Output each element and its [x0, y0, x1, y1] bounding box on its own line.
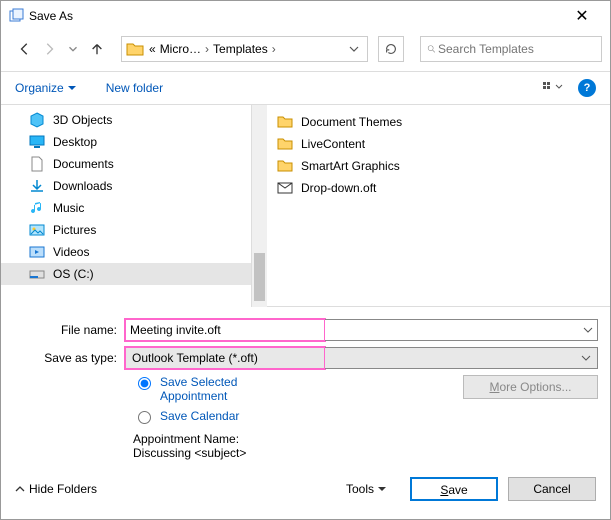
nav-forward-button[interactable] — [39, 39, 59, 59]
scrollbar-thumb[interactable] — [254, 253, 265, 301]
search-box[interactable] — [420, 36, 602, 62]
cancel-button[interactable]: Cancel — [508, 477, 596, 501]
filename-dropdown[interactable] — [325, 319, 598, 341]
documents-icon — [29, 156, 45, 172]
tree-item-desktop[interactable]: Desktop — [1, 131, 267, 153]
filename-label: File name: — [13, 323, 125, 337]
organize-menu[interactable]: Organize — [15, 81, 76, 95]
nav-up-button[interactable] — [87, 39, 107, 59]
filename-input[interactable] — [125, 319, 325, 341]
help-button[interactable]: ? — [578, 79, 596, 97]
nav-row: « Micro… › Templates › — [1, 31, 610, 67]
breadcrumb[interactable]: Micro… — [158, 40, 203, 58]
tree-item-downloads[interactable]: Downloads — [1, 175, 267, 197]
folder-icon — [277, 136, 293, 152]
nav-tree: 3D Objects Desktop Documents Downloads M… — [1, 105, 267, 307]
tree-item-pictures[interactable]: Pictures — [1, 219, 267, 241]
chevron-right-icon: › — [270, 42, 278, 56]
tree-item-os-c[interactable]: OS (C:) — [1, 263, 267, 285]
title-bar: Save As ✕ — [1, 1, 610, 31]
breadcrumb[interactable]: « — [147, 40, 158, 58]
videos-icon — [29, 244, 45, 260]
tree-item-documents[interactable]: Documents — [1, 153, 267, 175]
address-bar[interactable]: « Micro… › Templates › — [121, 36, 368, 62]
3d-objects-icon — [29, 112, 45, 128]
chevron-down-icon — [378, 485, 386, 493]
list-item[interactable]: LiveContent — [277, 133, 600, 155]
appointment-name: Appointment Name: Discussing <subject> — [133, 432, 293, 460]
new-folder-button[interactable]: New folder — [106, 81, 163, 95]
tree-scrollbar[interactable] — [251, 105, 267, 307]
music-icon — [29, 200, 45, 216]
search-icon — [427, 42, 436, 56]
tools-menu[interactable]: Tools — [346, 482, 386, 496]
explorer-body: 3D Objects Desktop Documents Downloads M… — [1, 105, 610, 307]
savetype-label: Save as type: — [13, 351, 125, 365]
list-item[interactable]: SmartArt Graphics — [277, 155, 600, 177]
view-options-button[interactable] — [534, 77, 572, 99]
radio-input[interactable] — [138, 377, 151, 390]
search-input[interactable] — [436, 41, 595, 57]
window-title: Save As — [29, 9, 562, 23]
save-form: File name: Save as type: Outlook Templat… — [1, 307, 610, 468]
savetype-combo-highlight[interactable]: Outlook Template (*.oft) — [125, 347, 325, 369]
breadcrumb[interactable]: Templates — [211, 40, 270, 58]
refresh-button[interactable] — [378, 36, 404, 62]
list-item[interactable]: Document Themes — [277, 111, 600, 133]
radio-input[interactable] — [138, 411, 151, 424]
dialog-footer: Hide Folders Tools Save Cancel — [1, 468, 610, 510]
radio-save-selected[interactable]: Save Selected Appointment — [133, 375, 343, 403]
more-options-button[interactable]: More Options... — [463, 375, 598, 399]
chevron-up-icon — [15, 484, 25, 494]
list-item[interactable]: Drop-down.oft — [277, 177, 600, 199]
disk-icon — [29, 266, 45, 282]
radio-save-calendar[interactable]: Save Calendar — [133, 409, 343, 424]
desktop-icon — [29, 134, 45, 150]
toolbar: Organize New folder ? — [1, 71, 610, 105]
savetype-combo[interactable] — [325, 347, 598, 369]
folder-icon — [277, 158, 293, 174]
tree-item-music[interactable]: Music — [1, 197, 267, 219]
file-list: Document Themes LiveContent SmartArt Gra… — [267, 105, 610, 307]
downloads-icon — [29, 178, 45, 194]
pictures-icon — [29, 222, 45, 238]
nav-back-button[interactable] — [15, 39, 35, 59]
folder-icon — [277, 114, 293, 130]
address-dropdown[interactable] — [345, 44, 363, 54]
app-icon — [9, 8, 25, 24]
close-button[interactable]: ✕ — [562, 6, 602, 26]
save-button[interactable]: Save — [410, 477, 498, 501]
tree-item-3d-objects[interactable]: 3D Objects — [1, 109, 267, 131]
tree-item-videos[interactable]: Videos — [1, 241, 267, 263]
nav-recent-dropdown[interactable] — [63, 39, 83, 59]
mail-file-icon — [277, 180, 293, 196]
folder-icon — [126, 40, 144, 58]
chevron-right-icon: › — [203, 42, 211, 56]
hide-folders-button[interactable]: Hide Folders — [15, 482, 97, 496]
